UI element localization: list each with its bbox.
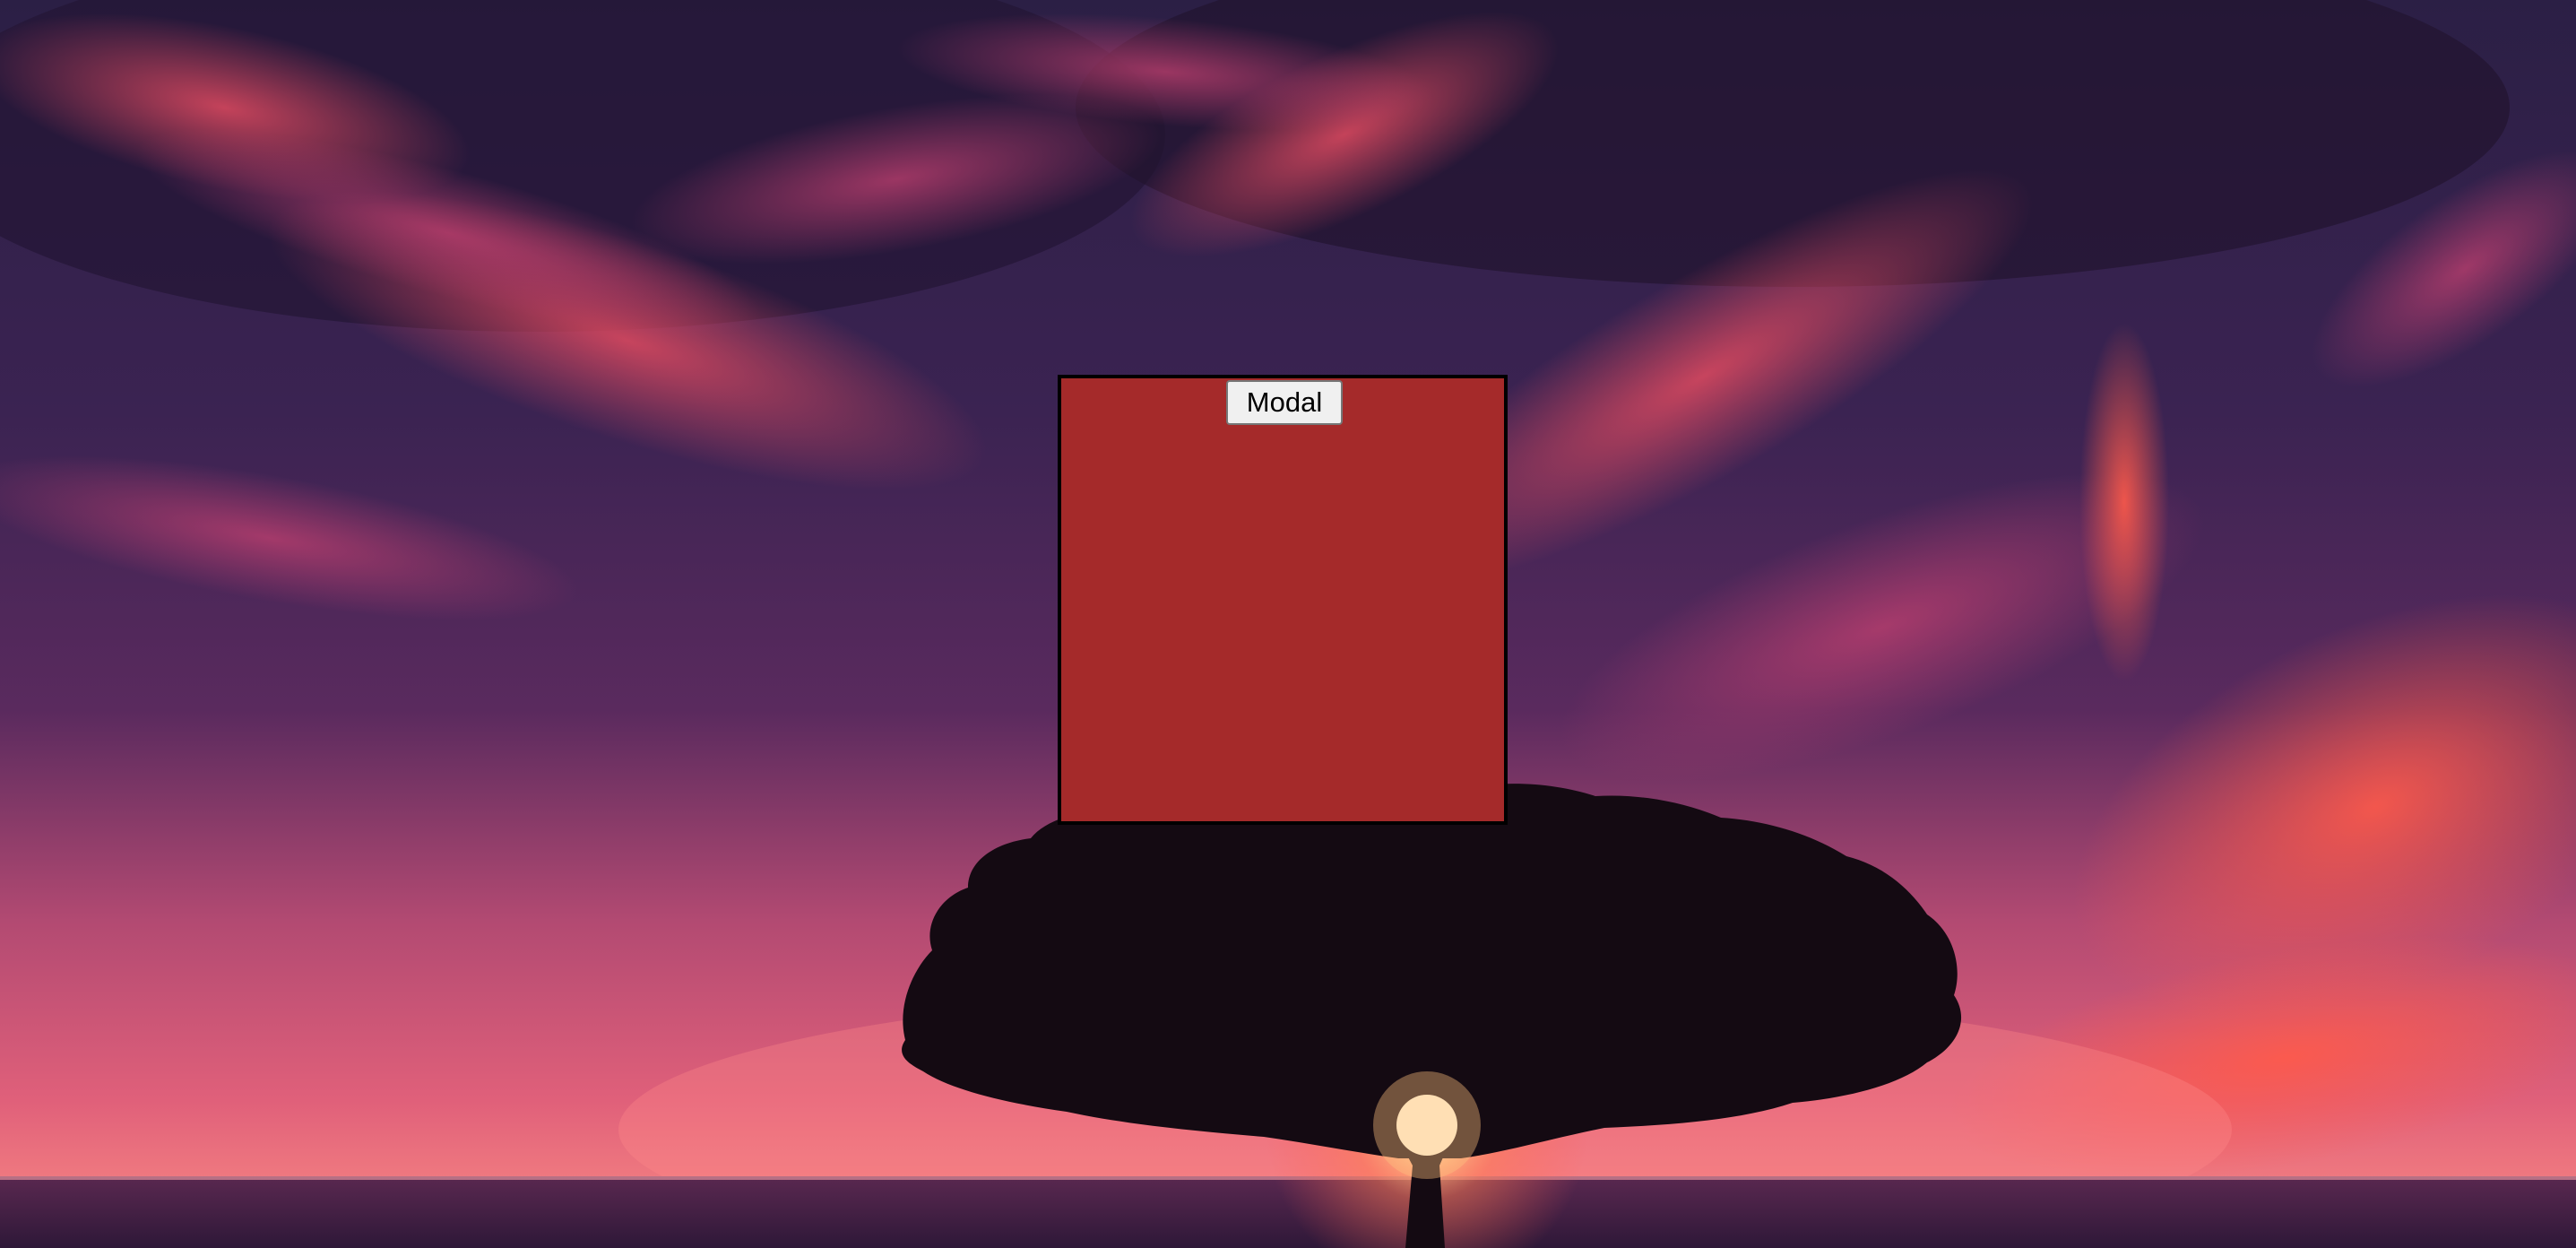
modal-button[interactable]: Modal <box>1226 380 1343 425</box>
page-stage: Modal <box>0 0 2576 1248</box>
modal-box <box>1058 375 1508 825</box>
